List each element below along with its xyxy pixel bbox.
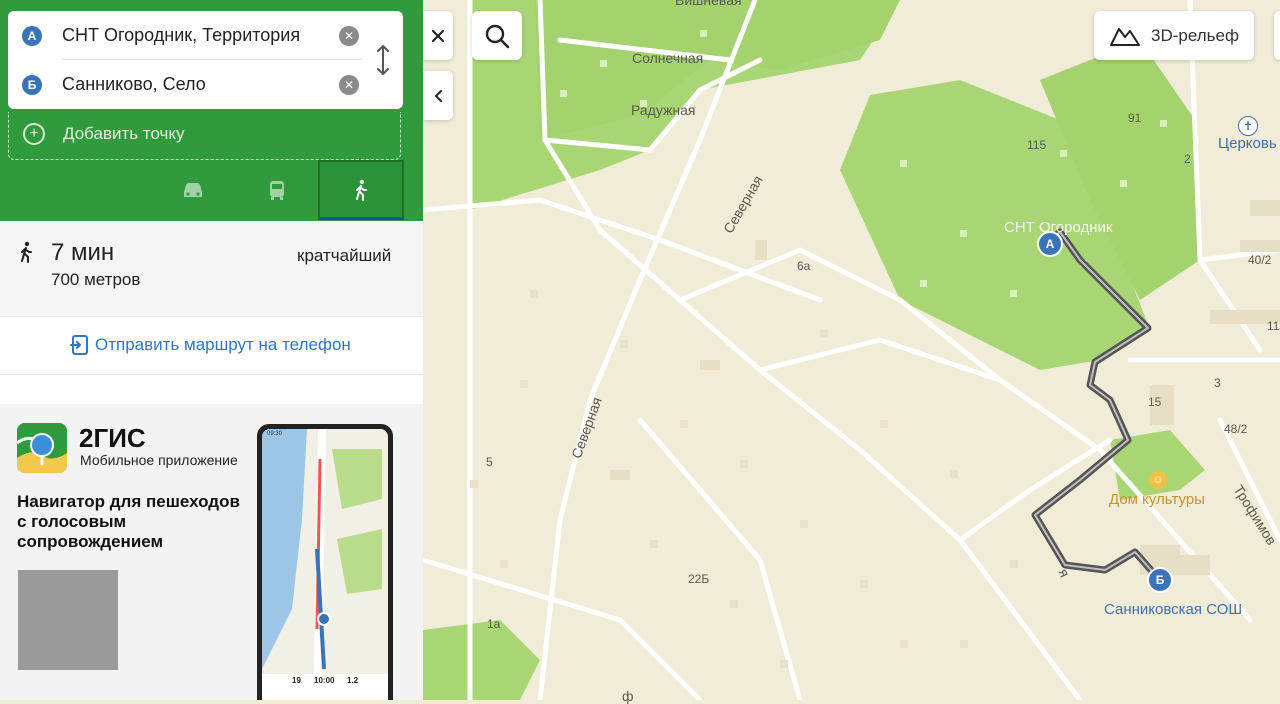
add-point-button[interactable]: + Добавить точку	[8, 112, 401, 160]
phone-stat: 19	[292, 676, 301, 685]
theater-icon[interactable]: ☺	[1149, 471, 1167, 489]
send-to-phone-icon	[70, 335, 88, 355]
phone-screen: 09:30 19 10:00 1.2	[262, 429, 388, 700]
swap-icon	[377, 45, 389, 75]
add-point-label: Добавить точку	[63, 124, 185, 143]
relief-3d-button[interactable]: 3D-рельеф	[1094, 11, 1254, 60]
route-time: 7 мин	[51, 239, 115, 266]
chevron-left-icon	[434, 89, 442, 102]
route-header: А СНТ Огородник, Территория ✕ Б Санников…	[0, 0, 423, 221]
clear-to-button[interactable]: ✕	[339, 75, 359, 95]
church-icon[interactable]: ✝	[1238, 116, 1258, 136]
promo-text: Навигатор для пешеходов с голосовым сопр…	[17, 492, 240, 551]
phone-status-time: 09:30	[267, 431, 283, 437]
place-label-culture-house[interactable]: Дом культуры	[1109, 491, 1205, 508]
collapse-panel-button[interactable]	[423, 71, 453, 120]
relief-3d-label: 3D-рельеф	[1151, 25, 1239, 45]
point-a-marker: А	[22, 26, 42, 46]
phone-map-illustration	[262, 429, 388, 700]
house-number: 15	[1148, 395, 1162, 409]
house-number: 1а	[487, 617, 501, 631]
street-label: ф	[622, 688, 634, 704]
house-number: 6а	[797, 259, 811, 273]
house-number: 91	[1128, 111, 1142, 125]
close-icon	[431, 29, 445, 42]
tab-car[interactable]	[150, 160, 236, 220]
route-start-marker[interactable]: А	[1037, 231, 1063, 257]
route-summary[interactable]: 7 мин 700 метров кратчайший	[0, 221, 423, 315]
tab-walk[interactable]	[318, 160, 404, 220]
house-number: 115	[1027, 138, 1047, 152]
route-end-marker[interactable]: Б	[1147, 567, 1173, 593]
tab-bus[interactable]	[234, 160, 320, 220]
clear-from-button[interactable]: ✕	[339, 26, 359, 46]
2gis-logo	[17, 423, 67, 473]
promo-brand: 2ГИС	[79, 423, 146, 453]
route-to-field[interactable]: Санниково, Село	[62, 74, 206, 95]
send-route-button[interactable]: Отправить маршрут на телефон	[0, 316, 423, 375]
street-label: Солнечная	[632, 50, 704, 66]
house-number: 2	[1184, 152, 1191, 166]
qr-code[interactable]	[18, 570, 118, 670]
route-inputs: А СНТ Огородник, Территория ✕ Б Санников…	[8, 11, 403, 109]
phone-stat: 10:00	[314, 676, 335, 685]
route-from-field[interactable]: СНТ Огородник, Территория	[62, 25, 300, 46]
house-number: 48/2	[1224, 422, 1248, 436]
house-number: 11	[1267, 319, 1280, 333]
map-pin-logo-icon	[17, 423, 67, 473]
app-promo[interactable]: 2ГИС Мобильное приложение Навигатор для …	[0, 404, 423, 700]
phone-stat: 1.2	[347, 676, 359, 685]
map-side-button[interactable]	[1274, 11, 1280, 60]
street-label: Вишневая	[675, 0, 742, 8]
swap-points-button[interactable]	[372, 43, 394, 77]
point-b-marker: Б	[22, 75, 42, 95]
house-number: 3	[1214, 376, 1221, 390]
route-to-row[interactable]: Б Санниково, Село ✕	[8, 60, 403, 109]
close-route-button[interactable]	[423, 11, 453, 60]
send-route-label: Отправить маршрут на телефон	[95, 335, 351, 354]
place-label-church[interactable]: Церковь	[1218, 135, 1277, 152]
route-distance: 700 метров	[51, 270, 141, 289]
route-sidebar: А СНТ Огородник, Территория ✕ Б Санников…	[0, 0, 423, 700]
place-label-school[interactable]: Санниковская СОШ	[1104, 601, 1242, 618]
house-number: 22Б	[688, 572, 710, 586]
mountain-icon	[1110, 27, 1141, 46]
walk-icon	[356, 179, 367, 201]
street-label: Радужная	[631, 102, 696, 118]
plus-circle-icon: +	[23, 123, 45, 145]
phone-mockup: 09:30 19 10:00 1.2	[257, 424, 393, 700]
search-icon	[485, 24, 510, 48]
route-from-row[interactable]: А СНТ Огородник, Территория ✕	[8, 11, 403, 60]
house-number: 5	[486, 455, 493, 469]
car-icon	[184, 183, 202, 197]
house-number: 40/2	[1248, 253, 1272, 267]
route-type: кратчайший	[297, 246, 392, 265]
promo-subtitle: Мобильное приложение	[80, 452, 238, 468]
walk-icon	[21, 241, 32, 263]
search-button[interactable]	[472, 11, 522, 60]
bus-icon	[270, 181, 284, 200]
